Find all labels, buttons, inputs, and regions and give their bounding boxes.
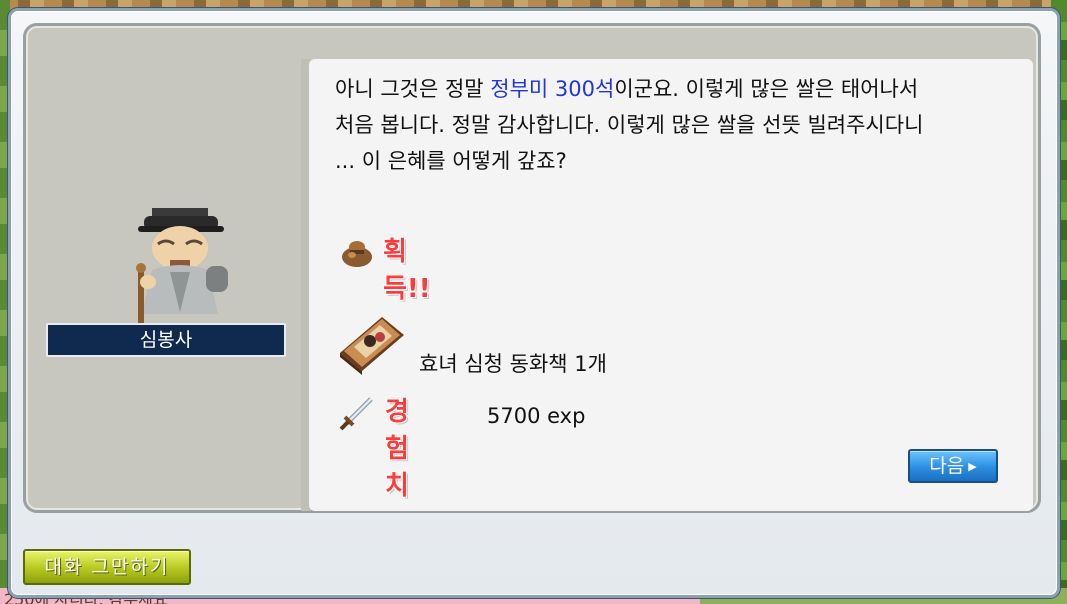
highlighted-text: 정부미 300석 [490,77,615,101]
npc-portrait [136,208,228,326]
dialogue-line-1: 아니 그것은 정말 정부미 300석이군요. 이렇게 많은 쌀은 태어나서 [335,77,919,101]
next-button-label: 다음 [929,455,965,477]
dialogue-line-2: 처음 봅니다. 정말 감사합니다. 이렇게 많은 쌀을 선뜻 빌려주시다니 [335,113,924,137]
next-button[interactable]: 다음 ▶ [908,449,998,483]
dialogue-text: 아니 그것은 정말 정부미 300석이군요. 이렇게 많은 쌀은 태어나서 처음… [335,71,1005,179]
sword-icon [339,397,373,431]
dialogue-line-3: ... 이 은혜를 어떻게 갚죠? [335,149,567,173]
book-icon [340,317,404,375]
exp-value: 5700 exp [487,404,586,428]
triangle-right-icon: ▶ [968,460,977,473]
end-chat-button[interactable]: 대화 그만하기 [23,549,191,585]
reward-item-name: 효녀 심청 동화책 1개 [419,352,607,376]
bag-icon [342,241,372,267]
exp-label: 경험치 [385,397,409,501]
npc-nameplate: 심봉사 [46,323,286,357]
npc-dialog-window: 심봉사 아니 그것은 정말 정부미 300석이군요. 이렇게 많은 쌀은 태어나… [8,8,1060,598]
reward-title: 획득!! [383,237,431,304]
